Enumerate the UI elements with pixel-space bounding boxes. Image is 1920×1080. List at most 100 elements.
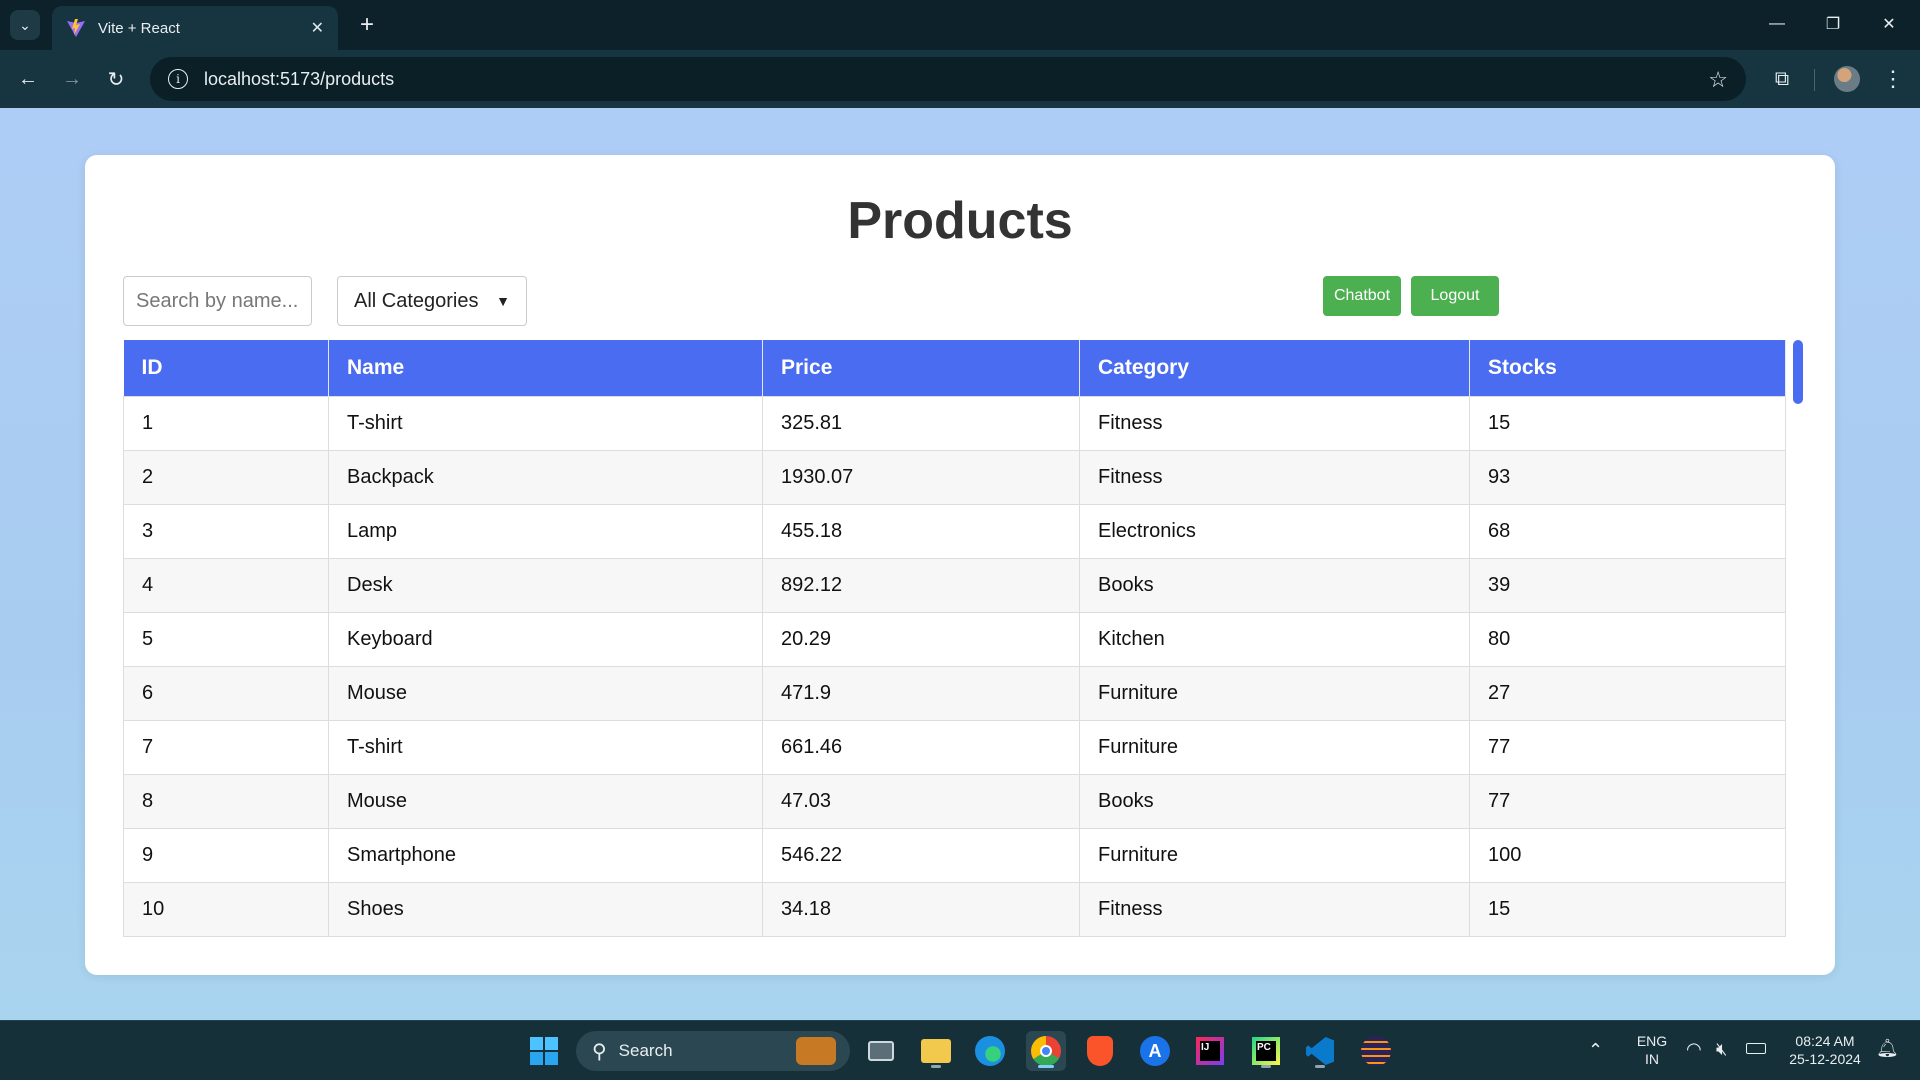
arrow-right-icon: → — [62, 67, 82, 90]
cell-stocks: 80 — [1469, 611, 1786, 667]
cell-name: Backpack — [328, 449, 763, 505]
products-table-container[interactable]: ID Name Price Category Stocks 1 T-shirt 32… — [123, 340, 1803, 937]
new-tab-button[interactable]: + — [352, 10, 382, 40]
running-indicator — [1315, 1065, 1325, 1068]
cell-id: 10 — [123, 881, 329, 937]
eclipse-icon[interactable] — [1356, 1031, 1396, 1071]
category-select[interactable]: All Categories ▼ — [337, 276, 527, 326]
cell-name: Keyboard — [328, 611, 763, 667]
cell-name: Smartphone — [328, 827, 763, 883]
bookmark-star-icon[interactable]: ☆ — [1708, 67, 1728, 93]
windows-logo-icon — [530, 1037, 558, 1065]
cell-stocks: 77 — [1469, 719, 1786, 775]
table-row: 5 Keyboard 20.29 Kitchen 80 — [123, 611, 1786, 667]
cell-price: 455.18 — [762, 503, 1080, 559]
wifi-icon[interactable]: ◠ — [1686, 1040, 1702, 1058]
cell-name: T-shirt — [328, 719, 763, 775]
profile-avatar[interactable] — [1834, 66, 1860, 92]
cell-name: Lamp — [328, 503, 763, 559]
arrow-left-icon: ← — [18, 67, 38, 90]
site-info-icon[interactable]: i — [168, 69, 188, 89]
taskbar-search[interactable]: ⚲ Search — [576, 1031, 850, 1071]
file-explorer-icon[interactable] — [916, 1031, 956, 1071]
table-row: 10 Shoes 34.18 Fitness 15 — [123, 881, 1786, 937]
cell-stocks: 77 — [1469, 773, 1786, 829]
column-header-category[interactable]: Category — [1079, 340, 1470, 396]
cell-id: 2 — [123, 449, 329, 505]
column-header-id[interactable]: ID — [123, 340, 329, 396]
table-row: 1 T-shirt 325.81 Fitness 15 — [123, 395, 1786, 451]
page-title: Products — [847, 192, 1073, 250]
browser-tab[interactable]: Vite + React ✕ — [52, 6, 338, 50]
cell-stocks: 39 — [1469, 557, 1786, 613]
more-vert-icon: ⋮ — [1882, 66, 1904, 91]
brave-icon[interactable] — [1080, 1031, 1120, 1071]
start-button[interactable] — [524, 1031, 564, 1071]
tab-search-button[interactable]: ⌄ — [10, 10, 40, 40]
taskbar-search-label: Search — [618, 1041, 673, 1060]
clock[interactable]: 08:24 AM 25-12-2024 — [1780, 1032, 1870, 1068]
briefcase-icon — [796, 1037, 836, 1065]
app-store-icon[interactable]: A — [1135, 1031, 1175, 1071]
cell-name: Mouse — [328, 773, 763, 829]
puzzle-icon: ⧉ — [1774, 67, 1790, 90]
cell-price: 47.03 — [762, 773, 1080, 829]
chatbot-button[interactable]: Chatbot — [1323, 276, 1401, 316]
chevron-down-icon: ▼ — [496, 293, 510, 309]
language-indicator[interactable]: ENG IN — [1632, 1032, 1672, 1068]
table-row: 8 Mouse 47.03 Books 77 — [123, 773, 1786, 829]
cell-name: Mouse — [328, 665, 763, 721]
chrome-icon[interactable] — [1026, 1031, 1066, 1071]
taskbar: ⚲ Search A IJ PC ⌃ ENG IN ◠ 🔇︎ 08:24 AM … — [0, 1020, 1920, 1080]
cell-id: 6 — [123, 665, 329, 721]
products-card: Products All Categories ▼ Chatbot Logout… — [85, 155, 1835, 975]
battery-icon[interactable] — [1746, 1043, 1766, 1054]
cell-name: Desk — [328, 557, 763, 613]
table-header-row: ID Name Price Category Stocks — [123, 340, 1786, 396]
running-indicator — [1261, 1065, 1271, 1068]
volume-muted-icon[interactable]: 🔇︎ — [1716, 1040, 1727, 1058]
notification-bell-icon[interactable]: 🔔︎ — [1876, 1039, 1899, 1057]
cell-id: 4 — [123, 557, 329, 613]
url-text: localhost:5173/products — [204, 68, 395, 89]
task-view-icon[interactable] — [861, 1031, 901, 1071]
cell-stocks: 15 — [1469, 395, 1786, 451]
browser-menu-button[interactable]: ⋮ — [1878, 63, 1908, 95]
search-input[interactable] — [123, 276, 312, 326]
tab-title: Vite + React — [98, 19, 180, 37]
address-bar[interactable]: i localhost:5173/products ☆ — [150, 57, 1746, 101]
cell-category: Fitness — [1079, 449, 1470, 505]
products-table: ID Name Price Category Stocks 1 T-shirt 32… — [123, 340, 1786, 937]
cell-category: Fitness — [1079, 881, 1470, 937]
edge-icon[interactable] — [970, 1031, 1010, 1071]
pycharm-icon[interactable]: PC — [1246, 1031, 1286, 1071]
search-icon: ⚲ — [592, 1040, 607, 1063]
vscode-icon[interactable] — [1300, 1031, 1340, 1071]
cell-name: T-shirt — [328, 395, 763, 451]
show-hidden-icons-chevron-icon[interactable]: ⌃ — [1588, 1041, 1603, 1059]
logout-button[interactable]: Logout — [1411, 276, 1499, 316]
table-row: 3 Lamp 455.18 Electronics 68 — [123, 503, 1786, 559]
extensions-button[interactable]: ⧉ — [1766, 63, 1798, 95]
cell-id: 5 — [123, 611, 329, 667]
back-button[interactable]: ← — [12, 63, 44, 95]
forward-button[interactable]: → — [56, 63, 88, 95]
category-selected-value: All Categories — [354, 289, 479, 312]
clock-time: 08:24 AM — [1795, 1033, 1855, 1049]
close-window-button[interactable]: ✕ — [1866, 8, 1912, 40]
cell-id: 7 — [123, 719, 329, 775]
reload-button[interactable]: ↻ — [100, 63, 132, 95]
cell-category: Books — [1079, 557, 1470, 613]
column-header-name[interactable]: Name — [328, 340, 763, 396]
intellij-icon[interactable]: IJ — [1190, 1031, 1230, 1071]
column-header-stocks[interactable]: Stocks — [1469, 340, 1786, 396]
page-viewport: Products All Categories ▼ Chatbot Logout… — [0, 108, 1920, 1020]
restore-button[interactable]: ❐ — [1810, 8, 1856, 40]
table-row: 9 Smartphone 546.22 Furniture 100 — [123, 827, 1786, 883]
cell-stocks: 93 — [1469, 449, 1786, 505]
column-header-price[interactable]: Price — [762, 340, 1080, 396]
close-tab-icon[interactable]: ✕ — [311, 18, 324, 38]
cell-stocks: 68 — [1469, 503, 1786, 559]
minimize-button[interactable]: — — [1754, 8, 1800, 40]
table-scrollbar-thumb[interactable] — [1793, 340, 1803, 404]
